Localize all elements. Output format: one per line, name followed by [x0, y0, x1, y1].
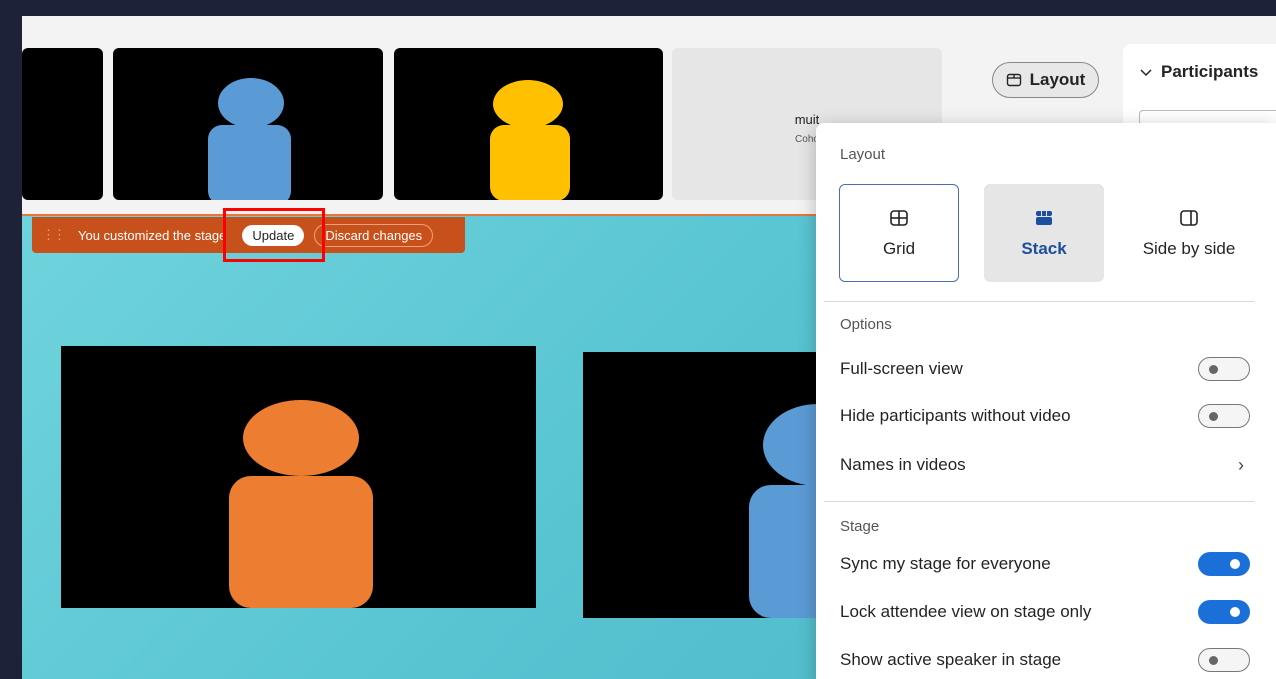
side-by-side-icon [1180, 210, 1198, 226]
chevron-down-icon [1140, 69, 1152, 77]
stage-sync[interactable]: Sync my stage for everyone [840, 549, 1250, 579]
avatar-body [229, 476, 373, 608]
layout-button-label: Layout [1029, 70, 1086, 89]
layout-option-label: Grid [882, 239, 916, 258]
avatar-head [493, 80, 563, 128]
participants-title: Participants [1161, 62, 1259, 81]
stage-option-label: Sync my stage for everyone [840, 554, 1051, 573]
options-heading: Options [840, 316, 892, 333]
highlight-box [223, 208, 325, 262]
layout-icon [1006, 73, 1021, 87]
sync-stage-toggle[interactable] [1198, 552, 1250, 576]
layout-button[interactable]: Layout [992, 62, 1099, 98]
layout-option-side-by-side[interactable]: Side by side [1129, 184, 1249, 282]
grid-icon [890, 210, 908, 226]
avatar-head [218, 78, 284, 128]
layout-option-label: Stack [1021, 239, 1067, 258]
avatar-head [243, 400, 359, 476]
stage-lock-attendee[interactable]: Lock attendee view on stage only [840, 597, 1250, 627]
option-hide-participants[interactable]: Hide participants without video [840, 401, 1250, 431]
layout-flyout: Layout Grid Stack Side by side Options F… [816, 123, 1276, 679]
divider [824, 301, 1254, 302]
avatar-body [490, 125, 570, 200]
divider [824, 501, 1254, 502]
participants-header[interactable]: Participants [1139, 62, 1258, 82]
participants-panel: Participants [1123, 44, 1276, 140]
active-speaker-toggle[interactable] [1198, 648, 1250, 672]
layout-option-grid[interactable]: Grid [839, 184, 959, 282]
layout-heading: Layout [840, 146, 886, 163]
banner-message: You customized the stage [78, 227, 227, 243]
stack-icon [1036, 211, 1052, 225]
stage-option-label: Show active speaker in stage [840, 650, 1062, 669]
option-label: Names in videos [840, 455, 966, 474]
stage-option-label: Lock attendee view on stage only [840, 602, 1092, 621]
video-tile[interactable] [113, 48, 383, 200]
chevron-right-icon: › [1238, 454, 1244, 475]
full-screen-toggle[interactable] [1198, 357, 1250, 381]
drag-handle-icon[interactable]: ⋮⋮ [42, 227, 66, 243]
avatar-body [208, 125, 291, 200]
lock-attendee-toggle[interactable] [1198, 600, 1250, 624]
layout-option-label: Side by side [1142, 239, 1236, 258]
stage-video[interactable] [61, 346, 536, 608]
option-label: Hide participants without video [840, 406, 1071, 425]
option-full-screen-view[interactable]: Full-screen view [840, 354, 1250, 384]
stage-active-speaker[interactable]: Show active speaker in stage [840, 645, 1250, 675]
discard-changes-button[interactable]: Discard changes [314, 223, 434, 247]
option-label: Full-screen view [840, 359, 963, 378]
video-tile[interactable] [394, 48, 663, 200]
option-names-in-videos[interactable]: Names in videos › [840, 450, 1250, 480]
layout-option-stack[interactable]: Stack [984, 184, 1104, 282]
hide-participants-toggle[interactable] [1198, 404, 1250, 428]
stage-heading: Stage [840, 518, 880, 535]
video-tile[interactable] [22, 48, 103, 200]
